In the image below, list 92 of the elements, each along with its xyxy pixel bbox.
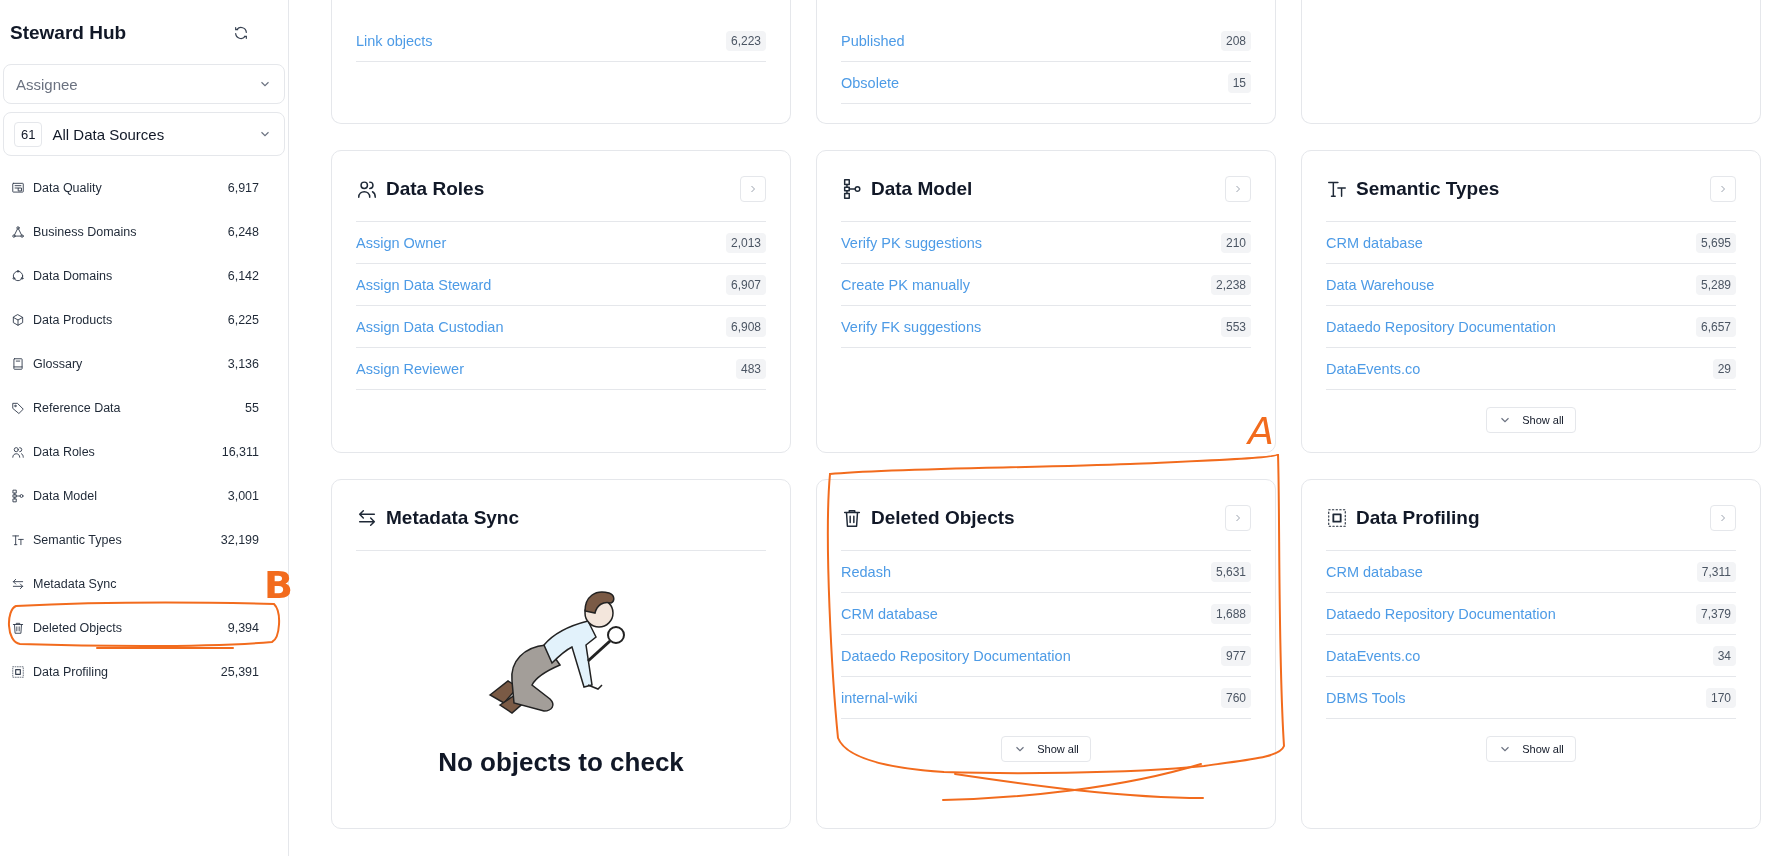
sidebar-item[interactable]: Data Roles 16,311 [3,430,269,474]
sidebar-item[interactable]: Data Domains 6,142 [3,254,269,298]
count-badge: 6,223 [725,30,766,51]
count-badge: 34 [1712,645,1736,666]
task-link[interactable]: Dataedo Repository Documentation [841,647,1071,664]
task-link[interactable]: Assign Owner [356,234,447,251]
annotation-letter: A [1248,412,1274,450]
count-badge: 15 [1227,72,1251,93]
count-badge: 7,379 [1695,603,1736,624]
sidebar-item[interactable]: Reference Data 55 [3,386,269,430]
diagram-icon [11,489,25,503]
task-link[interactable]: internal-wiki [841,689,918,706]
open-button[interactable] [740,175,766,202]
task-link[interactable]: DBMS Tools [1326,689,1406,706]
count-badge: 760 [1220,687,1251,708]
count-badge: 29 [1712,358,1736,379]
sidebar-item[interactable]: Data Model 3,001 [3,474,269,518]
dotted-square-icon [11,665,25,679]
card-title: Data Profiling [1356,506,1480,529]
task-link[interactable]: CRM database [1326,563,1423,580]
refresh-icon[interactable] [233,25,249,41]
task-link[interactable]: CRM database [1326,234,1423,251]
task-link[interactable]: Obsolete [841,74,900,91]
task-link[interactable]: Data Warehouse [1326,276,1435,293]
sidebar-item[interactable]: Semantic Types 32,199 [3,518,269,562]
task-link[interactable]: DataEvents.co [1326,647,1421,664]
empty-message: No objects to check [438,747,684,778]
card-title: Deleted Objects [871,506,1015,529]
data-source-dropdown[interactable]: 61 All Data Sources [3,112,285,156]
count-badge: 170 [1705,687,1736,708]
diagram-icon [841,177,863,200]
task-link[interactable]: Published [841,32,905,49]
count-badge: 7,311 [1696,561,1736,582]
count-badge: 5,289 [1695,274,1736,295]
assignee-dropdown[interactable]: Assignee [3,64,285,104]
sidebar-item[interactable]: Business Domains 6,248 [3,210,269,254]
task-link[interactable]: Link objects [356,32,433,49]
open-button[interactable] [1710,175,1736,202]
sidebar-item[interactable]: Data Profiling 25,391 [3,650,269,694]
count-badge: 977 [1220,645,1251,666]
card-title: Data Roles [386,177,485,200]
count-badge: 6,657 [1695,316,1736,337]
open-button[interactable] [1225,504,1251,531]
circle-nodes-icon [11,269,25,283]
task-link[interactable]: CRM database [841,605,938,622]
task-link[interactable]: Verify FK suggestions [841,318,982,335]
show-all-button[interactable]: Show all [1486,736,1576,762]
dotted-square-icon [1326,506,1348,529]
count-badge: 6,907 [725,274,766,295]
task-link[interactable]: Redash [841,563,891,580]
task-link[interactable]: Dataedo Repository Documentation [1326,605,1556,622]
book-icon [11,357,25,371]
open-button[interactable] [1225,175,1251,202]
card-title: Metadata Sync [386,506,520,529]
count-badge: 5,631 [1210,561,1251,582]
sidebar-item[interactable]: Data Products 6,225 [3,298,269,342]
report-icon [11,181,25,195]
cube-icon [11,313,25,327]
count-badge: 61 [14,121,43,147]
arrows-icon [11,577,25,591]
show-all-button[interactable]: Show all [1486,407,1576,433]
count-badge: 2,238 [1210,274,1251,295]
users-icon [11,445,25,459]
network-icon [11,225,25,239]
show-all-button[interactable]: Show all [1001,736,1091,762]
count-badge: 5,695 [1695,232,1736,253]
open-button[interactable] [1710,504,1736,531]
tag-icon [11,401,25,415]
count-badge: 6,908 [725,316,766,337]
annotation-letter: B [264,566,293,604]
count-badge: 2,013 [725,232,766,253]
count-badge: 553 [1220,316,1251,337]
task-link[interactable]: Assign Reviewer [356,360,464,377]
card-title: Semantic Types [1356,177,1500,200]
trash-icon [11,621,25,635]
count-badge: 483 [735,358,766,379]
count-badge: 208 [1220,30,1251,51]
sidebar-item[interactable]: Deleted Objects 9,394 [3,606,269,650]
dropdown-value: All Data Sources [52,125,165,143]
count-badge: 210 [1220,232,1251,253]
task-link[interactable]: Assign Data Custodian [356,318,504,335]
sidebar-title: Steward Hub [10,22,127,44]
task-link[interactable]: Assign Data Steward [356,276,492,293]
task-link[interactable]: Verify PK suggestions [841,234,983,251]
card-title: Data Model [871,177,973,200]
type-icon [11,533,25,547]
task-link[interactable]: Dataedo Repository Documentation [1326,318,1556,335]
sidebar-item[interactable]: Glossary 3,136 [3,342,269,386]
count-badge: 1,688 [1210,603,1251,624]
task-link[interactable]: DataEvents.co [1326,360,1421,377]
task-link[interactable]: Create PK manually [841,276,970,293]
sidebar-item[interactable]: Data Quality 6,917 [3,166,269,210]
